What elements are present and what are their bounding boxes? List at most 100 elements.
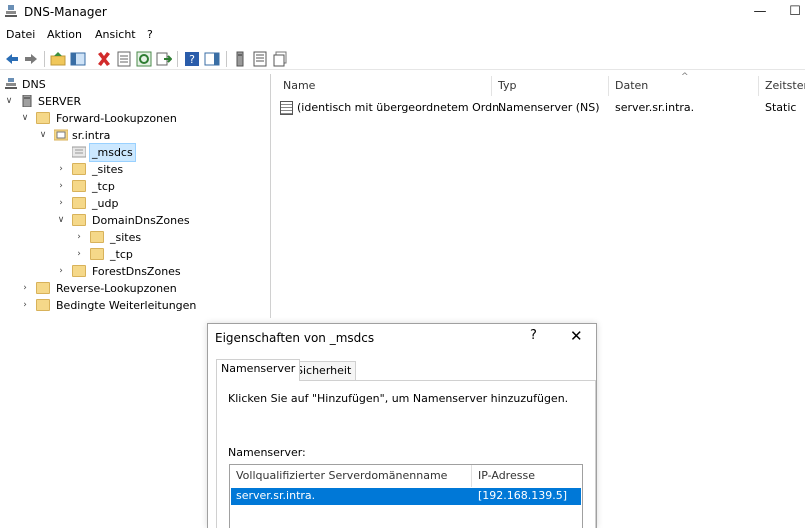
up-folder-icon[interactable] — [50, 51, 66, 67]
tree-label: sr.intra — [72, 129, 111, 142]
instruction-text: Klicken Sie auf "Hinzufügen", um Namense… — [228, 392, 569, 405]
help-icon[interactable]: ? — [184, 51, 200, 67]
window-title: DNS-Manager — [24, 5, 107, 19]
column-header-name[interactable]: Name — [283, 79, 315, 92]
tree-label: _tcp — [110, 248, 133, 261]
tree-node-dd-sites[interactable]: › _sites — [0, 229, 270, 246]
svg-text:?: ? — [189, 53, 195, 66]
column-header-timestamp[interactable]: Zeitstem — [765, 79, 805, 92]
tree-label: DNS — [22, 78, 46, 91]
tree-label: DomainDnsZones — [92, 214, 190, 227]
table-row[interactable]: server.sr.intra. [192.168.139.5] — [231, 488, 581, 505]
cell-timestamp: Static — [765, 101, 797, 114]
tree-label: SERVER — [38, 95, 82, 108]
delegated-folder-icon — [71, 146, 87, 158]
column-header-data[interactable]: Daten — [615, 79, 648, 92]
chevron-down-icon[interactable]: ∨ — [4, 93, 14, 110]
toolbar-separator — [44, 51, 45, 67]
tree-node-conditional-forwarders[interactable]: › Bedingte Weiterleitungen — [0, 297, 270, 314]
tree-node-msdcs[interactable]: _msdcs — [0, 143, 270, 162]
cell-ip: [192.168.139.5] — [478, 489, 568, 502]
tree-node-udp[interactable]: › _udp — [0, 195, 270, 212]
zone-icon — [53, 129, 69, 141]
grid-header-fqdn[interactable]: Vollqualifizierter Serverdomänenname — [236, 469, 447, 482]
menu-help[interactable]: ? — [147, 28, 153, 41]
properties-icon[interactable] — [116, 51, 132, 67]
tree-label: _udp — [92, 197, 119, 210]
tree-node-forestdnszones[interactable]: › ForestDnsZones — [0, 263, 270, 280]
tree-node-dd-tcp[interactable]: › _tcp — [0, 246, 270, 263]
tree-node-server[interactable]: ∨ SERVER — [0, 93, 270, 110]
column-separator[interactable] — [491, 76, 492, 96]
cell-name: (identisch mit übergeordnetem Ordn... — [297, 101, 510, 114]
tree-node-reverse-lookup[interactable]: › Reverse-Lookupzonen — [0, 280, 270, 297]
menu-aktion[interactable]: Aktion — [47, 28, 82, 41]
delete-icon[interactable] — [96, 51, 112, 67]
records-list: Name Typ Daten ^ Zeitstem (identisch mit… — [276, 72, 805, 318]
tree-node-sites[interactable]: › _sites — [0, 161, 270, 178]
toolbar-separator — [177, 51, 178, 67]
tree-node-domaindnszones[interactable]: ∨ DomainDnsZones — [0, 212, 270, 229]
tree-node-tcp[interactable]: › _tcp — [0, 178, 270, 195]
record-stack-icon[interactable] — [272, 51, 288, 67]
chevron-right-icon[interactable]: › — [56, 195, 66, 212]
refresh-icon[interactable] — [136, 51, 152, 67]
tab-sicherheit[interactable]: Sicherheit — [291, 361, 357, 381]
server-icon[interactable] — [232, 51, 248, 67]
column-separator[interactable] — [758, 76, 759, 96]
forward-arrow-icon[interactable] — [23, 51, 39, 67]
nameserver-grid: Vollqualifizierter Serverdomänenname IP-… — [229, 464, 583, 528]
tree-node-zone[interactable]: ∨ sr.intra — [0, 127, 270, 144]
tree-label: _sites — [92, 163, 124, 176]
tree-node-forward-lookup[interactable]: ∨ Forward-Lookupzonen — [0, 110, 270, 127]
chevron-right-icon[interactable]: › — [56, 178, 66, 195]
folder-icon — [90, 248, 104, 260]
tree-label: _sites — [110, 231, 142, 244]
tree-node-dns[interactable]: DNS — [0, 76, 270, 93]
column-separator[interactable] — [471, 465, 472, 487]
folder-icon — [36, 112, 50, 124]
menu-ansicht[interactable]: Ansicht — [95, 28, 136, 41]
nameservers-label: Namenserver: — [228, 446, 306, 459]
table-row[interactable]: (identisch mit übergeordnetem Ordn... Na… — [276, 100, 805, 117]
export-list-icon[interactable] — [156, 51, 172, 67]
column-separator[interactable] — [608, 76, 609, 96]
maximize-button[interactable]: ☐ — [785, 2, 805, 22]
chevron-down-icon[interactable]: ∨ — [56, 212, 66, 229]
close-button[interactable]: ✕ — [570, 327, 583, 345]
dns-manager-icon — [4, 4, 18, 18]
folder-icon — [72, 197, 86, 209]
chevron-right-icon[interactable]: › — [56, 161, 66, 178]
menu-datei[interactable]: Datei — [6, 28, 35, 41]
dns-icon — [4, 78, 18, 90]
column-header-type[interactable]: Typ — [498, 79, 517, 92]
chevron-right-icon[interactable]: › — [20, 280, 30, 297]
tab-panel: Klicken Sie auf "Hinzufügen", um Namense… — [216, 380, 596, 528]
cell-data: server.sr.intra. — [615, 101, 695, 114]
tab-namenserver[interactable]: Namenserver — [216, 359, 301, 381]
back-arrow-icon[interactable] — [4, 51, 20, 67]
tree-label: Reverse-Lookupzonen — [56, 282, 177, 295]
chevron-right-icon[interactable]: › — [56, 263, 66, 280]
chevron-right-icon[interactable]: › — [74, 229, 84, 246]
grid-header-ip[interactable]: IP-Adresse — [478, 469, 535, 482]
properties-dialog: Eigenschaften von _msdcs ? ✕ Namenserver… — [207, 323, 597, 528]
minimize-button[interactable]: — — [745, 2, 775, 22]
tree-label: _tcp — [92, 180, 115, 193]
server-icon — [20, 94, 34, 108]
folder-icon — [72, 265, 86, 277]
tree-label: Bedingte Weiterleitungen — [56, 299, 197, 312]
record-icon[interactable] — [252, 51, 268, 67]
show-hide-tree-icon[interactable] — [70, 51, 86, 67]
chevron-right-icon[interactable]: › — [20, 297, 30, 314]
folder-icon — [72, 214, 86, 226]
toolbar-separator — [226, 51, 227, 67]
action-pane-icon[interactable] — [204, 51, 220, 67]
title-bar: DNS-Manager — ☐ — [0, 0, 805, 24]
chevron-down-icon[interactable]: ∨ — [38, 127, 48, 144]
chevron-right-icon[interactable]: › — [74, 246, 84, 263]
tree-label: ForestDnsZones — [92, 265, 181, 278]
chevron-down-icon[interactable]: ∨ — [20, 110, 30, 127]
help-button[interactable]: ? — [530, 328, 537, 343]
tree-panel: DNS ∨ SERVER ∨ Forward-Lookupzonen ∨ sr.… — [0, 74, 271, 318]
